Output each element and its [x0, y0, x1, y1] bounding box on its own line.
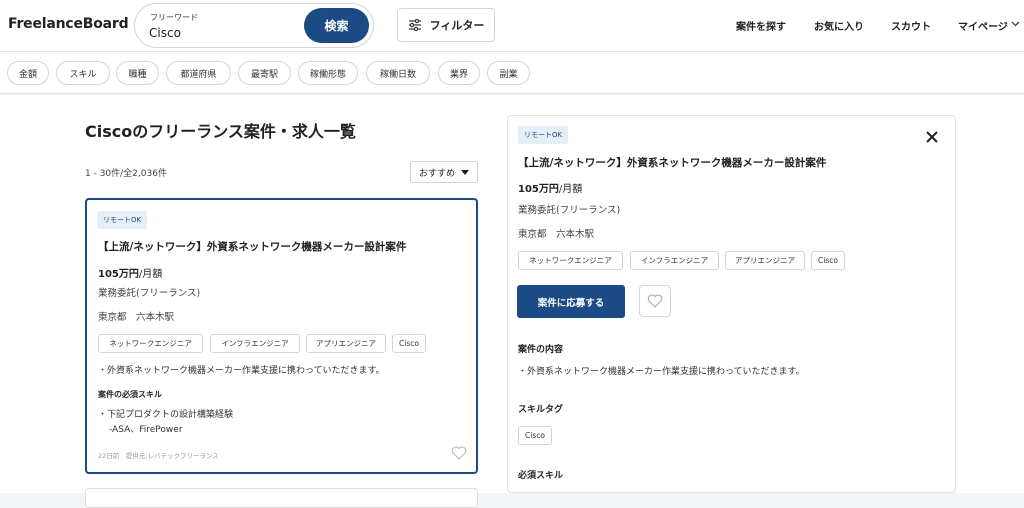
- chip-work-style[interactable]: 稼働形態: [298, 61, 358, 85]
- detail-contract: 業務委託(フリーランス): [518, 205, 621, 216]
- skill-line-2: -ASA、FirePower: [109, 425, 183, 435]
- chip-side-job[interactable]: 副業: [487, 61, 530, 85]
- tag-network-engineer[interactable]: ネットワークエンジニア: [98, 334, 203, 353]
- detail-job-title: 【上流/ネットワーク】外資系ネットワーク機器メーカー設計案件: [518, 157, 827, 169]
- caret-down-icon: [461, 169, 469, 175]
- skill-tag-cisco[interactable]: Cisco: [518, 426, 552, 445]
- tag-cisco[interactable]: Cisco: [392, 334, 426, 353]
- close-icon[interactable]: [924, 129, 940, 145]
- filter-button[interactable]: フィルター: [397, 8, 495, 42]
- detail-tag-app-engineer[interactable]: アプリエンジニア: [725, 251, 805, 270]
- detail-location: 東京都 六本木駅: [518, 229, 595, 240]
- required-skills-heading: 案件の必須スキル: [98, 390, 162, 399]
- apply-button[interactable]: 案件に応募する: [517, 285, 625, 318]
- chevron-down-icon[interactable]: [1011, 21, 1020, 27]
- detail-remote-badge: リモートOK: [518, 126, 569, 144]
- filter-label: フィルター: [429, 19, 485, 32]
- search-button[interactable]: 検索: [304, 8, 369, 43]
- job-contract: 業務委託(フリーランス): [98, 288, 201, 299]
- remote-badge: リモートOK: [97, 211, 148, 229]
- tag-infra-engineer[interactable]: インフラエンジニア: [210, 334, 300, 353]
- sort-value: おすすめ: [418, 168, 455, 179]
- job-meta: 22日前 提供元:レバテックフリーランス: [98, 452, 219, 460]
- filter-chip-bar: 金額 スキル 職種 都道府県 最寄駅 稼働形態 稼働日数 業界 副業: [0, 52, 1024, 94]
- job-description: ・外資系ネットワーク機器メーカー作業支援に携わっていただきます。: [98, 366, 385, 376]
- skill-tag-heading: スキルタグ: [518, 405, 564, 415]
- job-card[interactable]: リモートOK 【上流/ネットワーク】外資系ネットワーク機器メーカー設計案件 10…: [85, 198, 478, 474]
- nav-scout[interactable]: スカウト: [891, 18, 931, 33]
- job-price: 105万円/月額: [98, 269, 163, 280]
- favorite-button[interactable]: [639, 285, 671, 317]
- sliders-icon: [408, 19, 421, 31]
- chip-skill[interactable]: スキル: [56, 61, 110, 85]
- search-label: フリーワード: [150, 13, 198, 22]
- search-input[interactable]: Cisco: [149, 26, 181, 40]
- skill-line-1: ・下記プロダクトの設計構築経験: [98, 410, 234, 420]
- content-text: ・外資系ネットワーク機器メーカー作業支援に携わっていただきます。: [518, 367, 805, 377]
- detail-tag-network-engineer[interactable]: ネットワークエンジニア: [518, 251, 623, 270]
- next-job-card[interactable]: [85, 488, 478, 508]
- sort-dropdown[interactable]: おすすめ: [410, 161, 478, 183]
- nav-find-jobs[interactable]: 案件を探す: [736, 18, 786, 33]
- nav-mypage[interactable]: マイページ: [958, 18, 1008, 33]
- content-heading: 案件の内容: [518, 345, 564, 355]
- detail-price: 105万円/月額: [518, 184, 583, 195]
- top-header: FreelanceBoard フリーワード Cisco 検索 フィルター 案件を…: [0, 0, 1024, 52]
- heart-icon[interactable]: [451, 446, 467, 460]
- job-location: 東京都 六本木駅: [98, 312, 175, 323]
- detail-tag-infra-engineer[interactable]: インフラエンジニア: [630, 251, 719, 270]
- chip-amount[interactable]: 金額: [7, 61, 49, 85]
- chip-work-days[interactable]: 稼働日数: [366, 61, 430, 85]
- heart-icon: [647, 294, 663, 308]
- chip-job-type[interactable]: 職種: [116, 61, 159, 85]
- nav-favorites[interactable]: お気に入り: [814, 18, 864, 33]
- job-title[interactable]: 【上流/ネットワーク】外資系ネットワーク機器メーカー設計案件: [98, 239, 406, 254]
- tag-app-engineer[interactable]: アプリエンジニア: [306, 334, 386, 353]
- result-count: 1 - 30件/全2,036件: [85, 169, 167, 179]
- page-title: Ciscoのフリーランス案件・求人一覧: [85, 122, 356, 141]
- detail-tag-cisco[interactable]: Cisco: [811, 251, 845, 270]
- chip-industry[interactable]: 業界: [438, 61, 480, 85]
- chip-prefecture[interactable]: 都道府県: [166, 61, 231, 85]
- chip-station[interactable]: 最寄駅: [238, 61, 291, 85]
- logo[interactable]: FreelanceBoard: [8, 16, 129, 32]
- search-box[interactable]: フリーワード Cisco 検索: [134, 3, 374, 48]
- required-skill-heading: 必須スキル: [518, 471, 564, 481]
